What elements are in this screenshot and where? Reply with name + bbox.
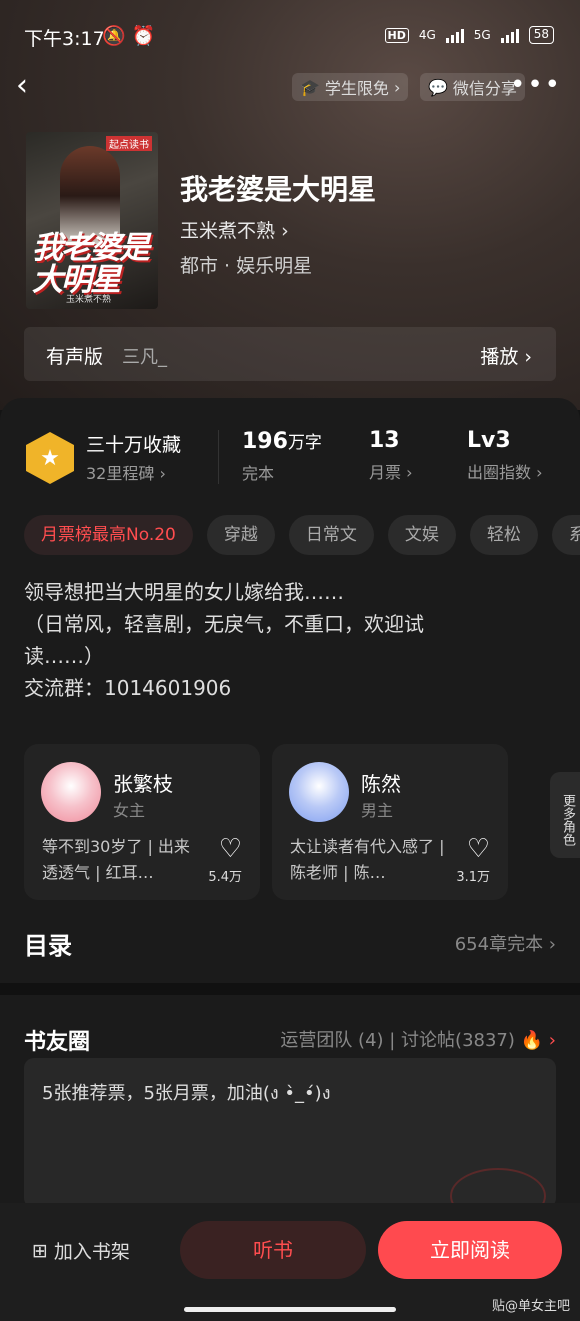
avatar	[289, 762, 349, 822]
like-count: 3.1万	[456, 870, 490, 885]
wechat-share-label: 微信分享	[452, 79, 517, 98]
network-status: HD 4G 5G 58	[384, 26, 554, 44]
student-free-label: 学生限免	[324, 79, 389, 98]
heart-icon[interactable]: ♡	[219, 834, 242, 864]
audio-label: 有声版	[46, 346, 104, 368]
cover-title: 我老婆是大明星	[32, 230, 150, 298]
cover-author: 玉米煮不熟	[66, 295, 112, 305]
level-stat[interactable]: Lv3 出圈指数 ›	[467, 428, 543, 483]
read-now-button[interactable]: 立即阅读	[378, 1221, 562, 1279]
role-card[interactable]: 张繁枝 女主 等不到30岁了 | 出来透透气 | 红耳… ♡ 5.4万	[24, 744, 260, 900]
tag-list: 月票榜最高No.20 穿越 日常文 文娱 轻松 系	[24, 515, 580, 555]
divider	[218, 430, 219, 484]
book-title: 我老婆是大明星	[180, 173, 377, 206]
play-button[interactable]: 播放 ›	[480, 342, 532, 369]
shelf-label: 加入书架	[53, 1241, 130, 1263]
chevron-right-icon: ›	[393, 77, 401, 97]
author-link[interactable]: 玉米煮不熟 ›	[180, 216, 289, 243]
status-time: 下午3:17	[24, 28, 105, 50]
heart-icon[interactable]: ♡	[467, 834, 490, 864]
tag-item[interactable]: 穿越	[206, 515, 275, 555]
more-roles-button[interactable]: 更多角色	[550, 772, 580, 858]
toc-info: 654章完本 ›	[454, 934, 556, 955]
fire-icon: 🔥 ›	[520, 1030, 556, 1051]
reader-circle-header[interactable]: 书友圈 运营团队 (4) | 讨论帖(3837) 🔥 ›	[24, 1024, 556, 1056]
role-type: 女主	[113, 801, 146, 820]
graduation-cap-icon: 🎓	[300, 77, 320, 97]
circle-info: 运营团队 (4) | 讨论帖(3837) 🔥 ›	[280, 1026, 556, 1052]
tag-item[interactable]: 日常文	[288, 515, 374, 555]
post-text: 5张推荐票，5张月票，加油(ง •̀_•́)ง	[42, 1083, 331, 1104]
5g-label: 5G	[473, 28, 491, 42]
book-intro[interactable]: 领导想把当大明星的女儿嫁给我…… （日常风，轻喜剧，无戾气，不重口，欢迎试读………	[24, 576, 474, 704]
mute-alarm-icon: 🔕 ⏰	[102, 25, 156, 47]
role-type: 男主	[361, 801, 394, 820]
circle-post[interactable]: 5张推荐票，5张月票，加油(ง •̀_•́)ง	[24, 1058, 556, 1224]
table-of-contents-row[interactable]: 目录 654章完本 ›	[24, 926, 556, 962]
intro-line: 领导想把当大明星的女儿嫁给我……	[24, 580, 344, 604]
home-indicator	[184, 1307, 396, 1312]
level-label: 出圈指数 ›	[467, 463, 543, 482]
milestone-link: 32里程碑 ›	[86, 464, 166, 483]
bookshelf-icon: ⊞	[32, 1239, 48, 1262]
circle-counts: 运营团队 (4) | 讨论帖(3837)	[280, 1030, 515, 1051]
avatar	[41, 762, 101, 822]
finish-status: 完本	[242, 464, 275, 483]
more-icon[interactable]: •••	[510, 70, 562, 100]
bottom-bar: ⊞ 加入书架 听书 立即阅读 贴@单女主吧	[0, 1203, 580, 1321]
words-stat: 196万字 完本	[242, 428, 322, 484]
intro-group: 交流群：1014601906	[24, 676, 232, 700]
monthly-votes-stat[interactable]: 13 月票 ›	[369, 428, 413, 483]
role-name: 陈然	[361, 772, 401, 796]
stats-row: ★ 三十万收藏 32里程碑 › 196万字 完本 13 月票 › Lv3 出圈指…	[0, 428, 580, 492]
collect-count: 三十万收藏	[86, 434, 182, 456]
listen-button[interactable]: 听书	[180, 1221, 366, 1279]
role-desc: 等不到30岁了 | 出来透透气 | 红耳…	[42, 837, 190, 882]
audio-version-bar[interactable]: 有声版 三凡_ 播放 ›	[24, 327, 556, 381]
vote-label: 月票 ›	[369, 463, 413, 482]
hd-icon: HD	[384, 27, 409, 43]
like-count: 5.4万	[208, 870, 242, 885]
book-cover[interactable]: 起点读书 我老婆是大明星 玉米煮不熟	[26, 132, 158, 309]
student-free-button[interactable]: 🎓 学生限免 ›	[292, 73, 409, 101]
chevron-right-icon: ›	[281, 220, 289, 242]
role-list: 张繁枝 女主 等不到30岁了 | 出来透透气 | 红耳… ♡ 5.4万 陈然 男…	[24, 744, 580, 900]
tag-item[interactable]: 文娱	[387, 515, 456, 555]
status-bar: 下午3:17 🔕 ⏰ HD 4G 5G 58	[0, 18, 580, 58]
add-to-shelf-button[interactable]: ⊞ 加入书架	[32, 1237, 130, 1264]
back-icon[interactable]: ‹	[16, 70, 28, 102]
tag-item[interactable]: 轻松	[469, 515, 538, 555]
tag-rank[interactable]: 月票榜最高No.20	[24, 515, 193, 555]
book-genre: 都市 · 娱乐明星	[180, 255, 313, 277]
section-divider	[0, 983, 580, 995]
battery-icon: 58	[528, 26, 554, 44]
signal-icon	[445, 27, 464, 43]
watermark: 贴@单女主吧	[491, 1299, 570, 1314]
vote-count: 13	[369, 428, 400, 453]
star-medal-icon: ★	[26, 432, 74, 484]
toc-title: 目录	[24, 932, 72, 960]
wechat-icon: 💬	[428, 77, 448, 97]
role-desc: 太让读者有代入感了 | 陈老师 | 陈…	[290, 837, 445, 882]
tag-item[interactable]: 系	[551, 515, 580, 555]
4g-label: 4G	[418, 28, 436, 42]
top-nav: ‹ 🎓 学生限免 › 💬 微信分享 •••	[0, 70, 580, 106]
role-card[interactable]: 陈然 男主 太让读者有代入感了 | 陈老师 | 陈… ♡ 3.1万	[272, 744, 508, 900]
word-count: 196	[242, 429, 288, 454]
level-value: Lv3	[467, 428, 511, 453]
cover-publisher: 起点读书	[106, 136, 152, 151]
intro-line: （日常风，轻喜剧，无戾气，不重口，欢迎试读……）	[24, 612, 424, 668]
audio-narrator: 三凡_	[122, 347, 167, 368]
signal-icon	[500, 27, 519, 43]
role-name: 张繁枝	[113, 772, 173, 796]
circle-title: 书友圈	[24, 1030, 91, 1055]
word-unit: 万字	[287, 433, 322, 453]
author-name: 玉米煮不熟	[180, 220, 276, 242]
